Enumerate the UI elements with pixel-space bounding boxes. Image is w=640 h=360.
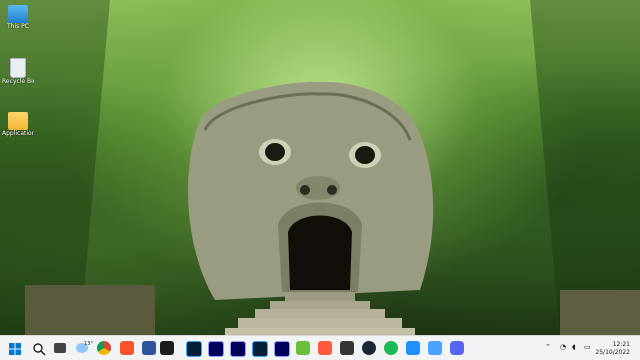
battery-icon[interactable]: ▭ xyxy=(584,343,591,351)
premiere-pro-icon[interactable] xyxy=(208,341,224,357)
desktop-icon-label: This PC xyxy=(7,23,29,30)
clock-time: 12:21 xyxy=(612,341,630,348)
photoshop-icon[interactable] xyxy=(186,341,202,357)
desktop-icon-label: Recycle Bin xyxy=(2,78,34,85)
file-explorer-icon[interactable] xyxy=(406,341,420,355)
desktop-icon-applications[interactable]: Applications xyxy=(2,112,34,137)
tray-chevron-icon[interactable]: ⌃ xyxy=(545,343,551,351)
after-effects-icon[interactable] xyxy=(230,341,246,357)
desktop-wallpaper xyxy=(0,0,640,335)
camtasia-icon[interactable] xyxy=(296,341,310,355)
app-icon[interactable] xyxy=(428,341,442,355)
desktop-icon-recycle-bin[interactable]: Recycle Bin xyxy=(2,58,34,85)
search-icon[interactable] xyxy=(32,341,46,356)
discord-icon[interactable] xyxy=(450,341,464,355)
app-icon[interactable] xyxy=(340,341,354,355)
spotify-icon[interactable] xyxy=(384,341,398,355)
ogre-face-sculpture xyxy=(0,0,640,335)
steam-icon[interactable] xyxy=(362,341,376,355)
monitor-icon xyxy=(8,5,28,23)
audition-icon[interactable] xyxy=(274,341,290,357)
folder-icon xyxy=(8,112,28,130)
taskbar: 13° ⌃ ◔ ◖ ▭ 12:21 25/10/2022 xyxy=(0,335,640,360)
word-icon[interactable] xyxy=(142,341,156,355)
volume-icon[interactable]: ◖ xyxy=(572,343,576,351)
desktop-icon-this-pc[interactable]: This PC xyxy=(2,5,34,30)
windows-start-icon[interactable] xyxy=(8,341,22,355)
lightroom-icon[interactable] xyxy=(252,341,268,357)
recycle-bin-icon xyxy=(10,58,26,78)
desktop-icon-label: Applications xyxy=(2,130,34,137)
task-view-icon[interactable] xyxy=(54,343,66,353)
brave-browser-icon[interactable] xyxy=(120,341,134,355)
weather-temp: 13° xyxy=(84,341,93,347)
clipchamp-icon[interactable] xyxy=(318,341,332,355)
notes-icon[interactable] xyxy=(160,341,174,355)
clock-date: 25/10/2022 xyxy=(595,349,630,356)
system-clock[interactable]: 12:21 25/10/2022 xyxy=(595,341,630,357)
chrome-icon[interactable] xyxy=(97,341,111,355)
wifi-icon[interactable]: ◔ xyxy=(560,343,566,351)
